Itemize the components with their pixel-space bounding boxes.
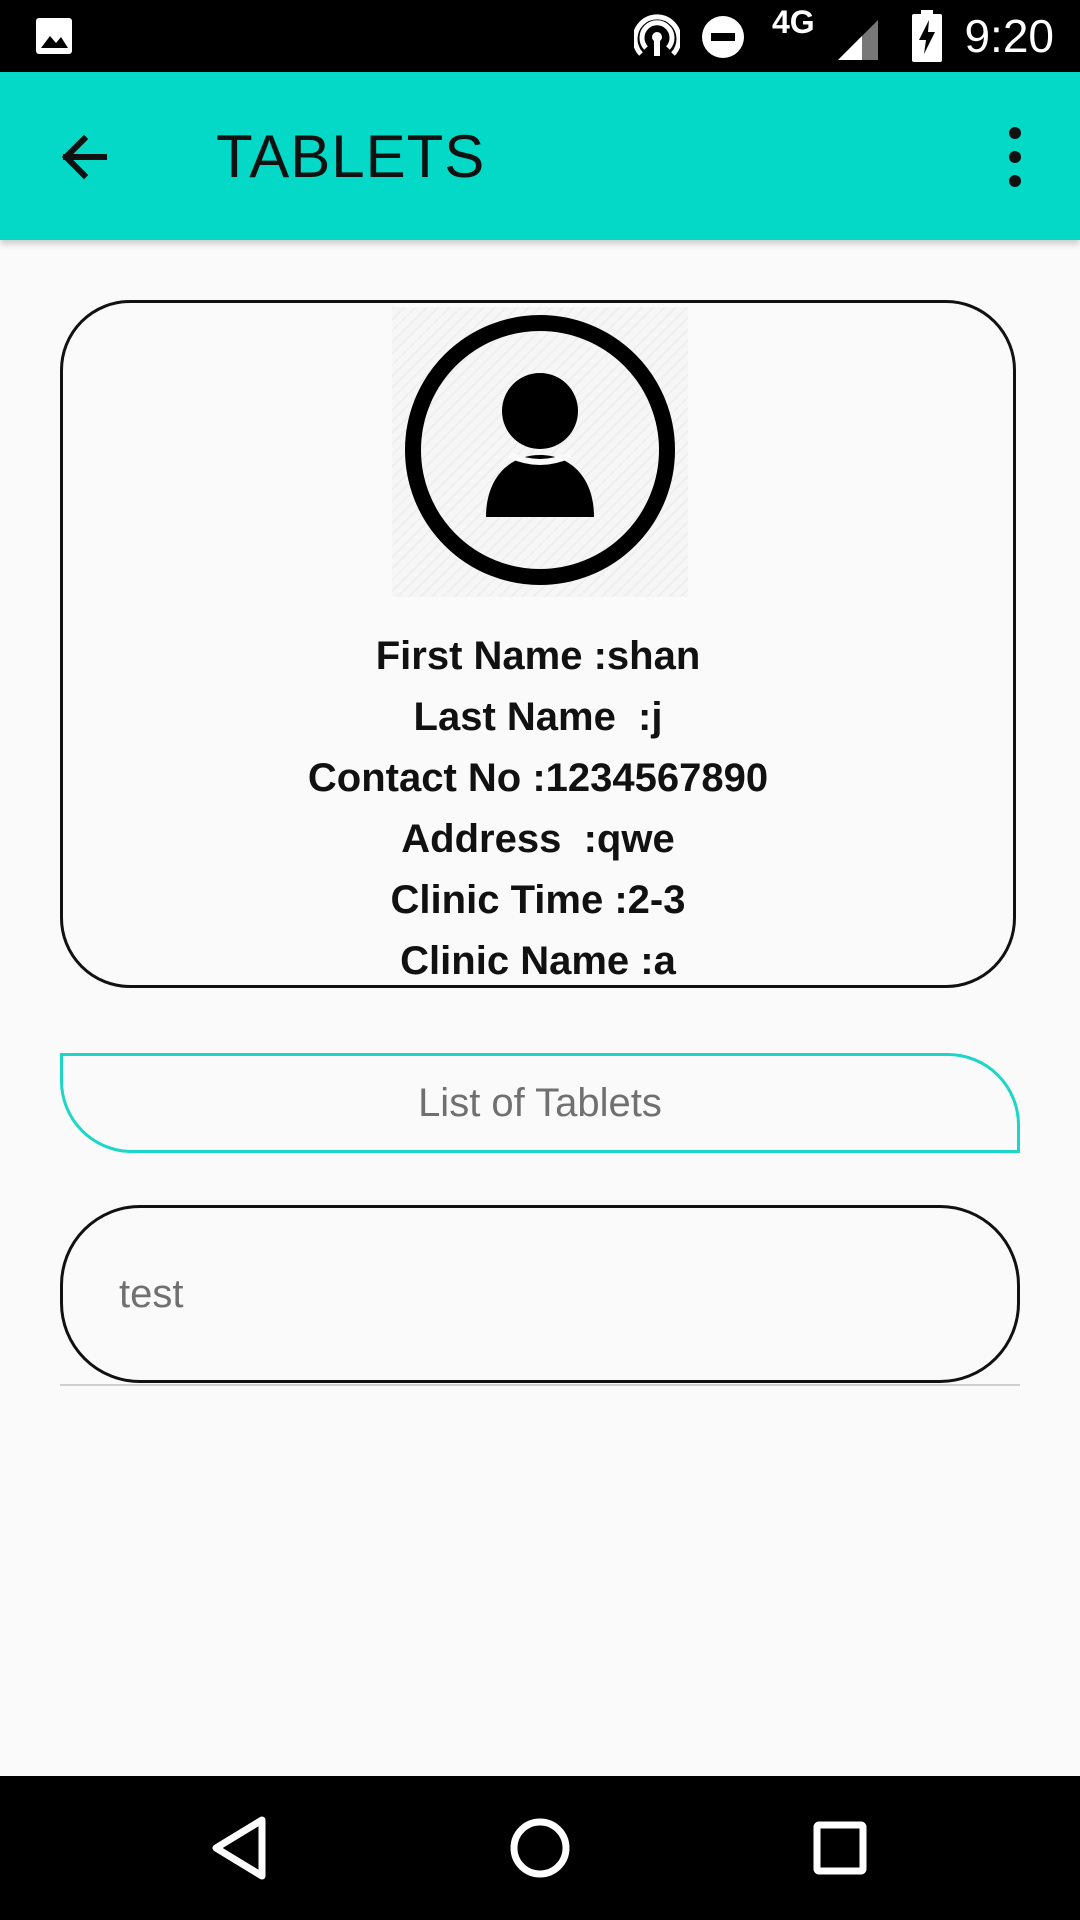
page-title: TABLETS: [216, 123, 486, 190]
overflow-menu-button[interactable]: [970, 112, 1060, 202]
address-text: Address :qwe: [401, 817, 675, 861]
account-circle-icon: [405, 315, 675, 585]
image-icon: [34, 16, 74, 56]
input-underline: [60, 1384, 1020, 1386]
status-time: 9:20: [964, 10, 1054, 62]
battery-charging-icon: [912, 10, 942, 62]
hotspot-icon: [634, 14, 680, 60]
navigation-bar: [0, 1776, 1080, 1920]
nav-recents-icon: [813, 1821, 867, 1875]
nav-home-button[interactable]: [490, 1798, 590, 1898]
signal-icon: [836, 18, 880, 62]
tablet-input-field[interactable]: test: [60, 1205, 1020, 1383]
list-of-tablets-header: List of Tablets: [60, 1053, 1020, 1153]
nav-back-icon: [212, 1816, 266, 1880]
last-name-text: Last Name :j: [413, 695, 663, 739]
app-bar: TABLETS: [0, 72, 1080, 240]
first-name-text: First Name :shan: [375, 634, 701, 678]
back-button[interactable]: [40, 112, 130, 202]
tablet-input-value: test: [119, 1272, 184, 1316]
clinic-time-text: Clinic Time :2-3: [390, 878, 686, 922]
avatar: [392, 307, 688, 597]
more-vert-icon: [1009, 127, 1021, 187]
nav-home-icon: [510, 1818, 570, 1878]
status-bar: 4G 9:20: [0, 0, 1080, 72]
arrow-back-icon: [61, 134, 107, 180]
do-not-disturb-icon: [700, 14, 746, 60]
nav-recents-button[interactable]: [790, 1798, 890, 1898]
clinic-name-text: Clinic Name :a: [400, 939, 676, 983]
nav-back-button[interactable]: [190, 1798, 290, 1898]
network-type-label: 4G: [772, 4, 815, 40]
profile-details: First Name :shan Last Name :j Contact No…: [60, 626, 1016, 992]
contact-no-text: Contact No :1234567890: [307, 756, 769, 800]
screen: 4G 9:20 TABLETS First Name:shan Last Na…: [0, 0, 1080, 1920]
